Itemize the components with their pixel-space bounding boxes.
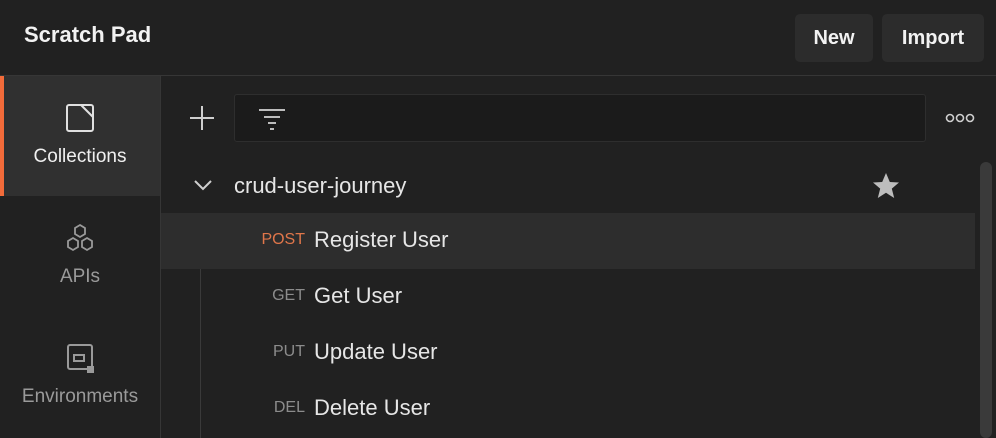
app-header: Scratch Pad New Import	[0, 0, 996, 76]
sidebar-item-collections[interactable]: Collections	[0, 76, 160, 196]
sidebar-item-environments[interactable]: Environments	[0, 316, 160, 436]
sidebar-item-apis[interactable]: APIs	[0, 196, 160, 316]
scrollbar[interactable]	[980, 162, 992, 438]
method-badge: GET	[272, 287, 305, 304]
collection-row[interactable]: crud-user-journey	[161, 159, 975, 213]
sidebar-item-label: APIs	[59, 266, 101, 287]
collection-name: crud-user-journey	[234, 173, 407, 198]
sidebar-item-label: Collections	[33, 146, 127, 167]
request-name: Delete User	[314, 395, 431, 420]
filter-input[interactable]	[234, 94, 926, 142]
environments-icon	[67, 344, 94, 373]
sidebar-item-label: Environments	[21, 386, 139, 407]
request-row-update-user[interactable]: PUT Update User	[161, 325, 975, 381]
method-badge: PUT	[273, 343, 305, 360]
star-icon[interactable]	[871, 171, 901, 201]
plus-icon[interactable]	[186, 102, 218, 134]
request-name: Get User	[314, 283, 403, 308]
workspace-title: Scratch Pad	[24, 22, 152, 47]
request-name: Register User	[314, 227, 449, 252]
more-icon[interactable]	[944, 110, 976, 126]
request-row-delete-user[interactable]: DEL Delete User	[161, 381, 975, 437]
request-row-register-user[interactable]: POST Register User	[161, 213, 975, 269]
request-name: Update User	[314, 339, 438, 364]
apis-icon	[67, 223, 93, 252]
import-button[interactable]: Import	[882, 14, 984, 62]
collections-icon	[66, 104, 94, 132]
new-button[interactable]: New	[795, 14, 873, 62]
chevron-down-icon[interactable]	[193, 177, 213, 193]
filter-icon	[259, 109, 285, 130]
sidebar: Collections APIs Environments	[0, 76, 161, 438]
request-row-get-user[interactable]: GET Get User	[161, 269, 975, 325]
method-badge: POST	[261, 231, 305, 248]
method-badge: DEL	[273, 399, 305, 416]
